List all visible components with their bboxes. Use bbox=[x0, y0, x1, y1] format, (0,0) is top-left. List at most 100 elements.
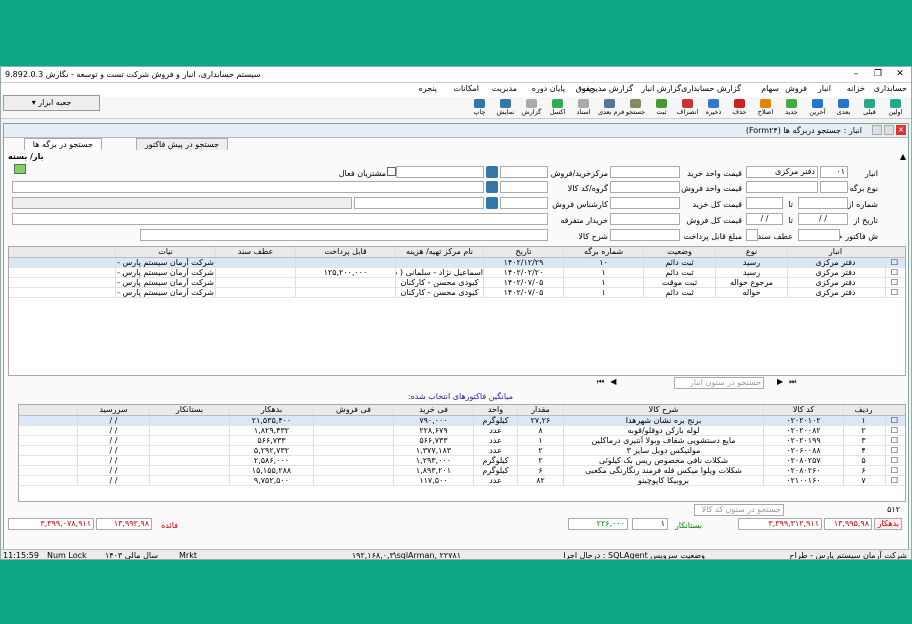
items-grid[interactable]: ردیف کد کالا شرح کالا مقدار واحد فی خرید فی فر… bbox=[18, 404, 906, 502]
center-name-input[interactable] bbox=[396, 166, 484, 178]
restore-button[interactable]: ❐ bbox=[867, 68, 889, 81]
type-select[interactable] bbox=[746, 181, 818, 193]
column-header[interactable]: عطف سند bbox=[215, 247, 295, 257]
binoculars-icon[interactable] bbox=[486, 166, 498, 178]
table-row[interactable]: ☐ ۴ ۰۲۰۶۰۰۸۸ مولتیکس دوبل سایز ۳ ۲ عدد ۱,۳۷۷,۱… bbox=[19, 446, 905, 456]
next-icon[interactable]: ▶ bbox=[777, 377, 783, 386]
number-from-input[interactable] bbox=[798, 197, 848, 209]
child-minimize-button[interactable] bbox=[872, 125, 882, 135]
column-header[interactable]: واحد bbox=[473, 405, 517, 415]
table-row[interactable]: ☐ ۳ ۰۲۰۲۰۱۹۹ مایع دستشویی شفاف وبولا آنتیری… bbox=[19, 436, 905, 446]
type-code-input[interactable] bbox=[820, 181, 848, 193]
column-header[interactable]: فی فروش bbox=[313, 405, 393, 415]
binoculars-icon[interactable] bbox=[486, 181, 498, 193]
toolbar-button-14[interactable]: گزارش bbox=[520, 98, 543, 119]
group-name-input[interactable] bbox=[12, 181, 484, 193]
minimize-button[interactable]: – bbox=[845, 68, 867, 81]
prev-icon[interactable]: ◀ bbox=[610, 377, 616, 386]
binoculars-icon[interactable] bbox=[486, 197, 498, 209]
collapse-icon[interactable]: ▲ bbox=[900, 152, 906, 161]
column-header[interactable]: نوع bbox=[715, 247, 787, 257]
menu-item-3[interactable]: فروش bbox=[785, 84, 807, 93]
buyer-input[interactable] bbox=[12, 213, 548, 225]
toolbar-button-15[interactable]: نمایش bbox=[494, 98, 517, 119]
grid2-search-input[interactable]: جستجو در ستون کد کالا bbox=[694, 504, 784, 516]
column-header[interactable]: کد کالا bbox=[763, 405, 843, 415]
column-header[interactable]: فی خرید bbox=[393, 405, 473, 415]
table-row[interactable]: ☐ دفتر مرکزی مرجوع حواله ثبت موقت ۱ ۱۴۰۲/۰۷/۰… bbox=[9, 278, 905, 288]
row-checkbox[interactable]: ☐ bbox=[885, 476, 903, 485]
child-close-button[interactable]: × bbox=[896, 125, 906, 135]
column-header[interactable]: قابل پرداخت bbox=[295, 247, 395, 257]
table-row[interactable]: ☐ دفتر مرکزی رسید ثبت دائم ۱۰ ۱۴۰۲/۱۲/۲۹ شرکت … bbox=[9, 258, 905, 268]
tab-search-sheets[interactable]: جستجو در برگه ها bbox=[23, 138, 102, 150]
last-icon[interactable]: ⏭ bbox=[789, 377, 796, 386]
center-code-input[interactable] bbox=[500, 166, 548, 178]
toolbar-button-12[interactable]: اسناد bbox=[572, 98, 595, 119]
toolbar-button-3[interactable]: آخرین bbox=[806, 98, 829, 119]
sheets-grid[interactable]: انبار نوع وضعیت شماره برگه تاریخ نام مرکز تهی… bbox=[8, 246, 906, 376]
menu-item-2[interactable]: انبار bbox=[818, 84, 831, 93]
toolbar-button-1[interactable]: قبلی bbox=[858, 98, 881, 119]
print-filter-icon[interactable] bbox=[14, 164, 26, 174]
total-sell-input[interactable] bbox=[610, 213, 680, 225]
expert-select[interactable] bbox=[354, 197, 484, 209]
group-code-input[interactable] bbox=[500, 181, 548, 193]
column-header[interactable]: شرح کالا bbox=[563, 405, 763, 415]
column-header[interactable]: بدهکار bbox=[229, 405, 313, 415]
total-buy-input[interactable] bbox=[610, 197, 680, 209]
row-checkbox[interactable]: ☐ bbox=[885, 446, 903, 455]
doc-ref-input[interactable] bbox=[746, 229, 758, 241]
toolbox-button[interactable]: جعبه ابزار ▾ bbox=[3, 95, 100, 111]
first-icon[interactable]: ⏮ bbox=[597, 377, 604, 386]
toolbar-button-6[interactable]: حذف bbox=[728, 98, 751, 119]
toolbar-button-9[interactable]: ثبت bbox=[650, 98, 673, 119]
unit-buy-input[interactable] bbox=[610, 166, 680, 178]
menu-item-5[interactable]: گزارش حسابداری bbox=[681, 84, 741, 93]
toolbar-button-7[interactable]: ذخیره bbox=[702, 98, 725, 119]
toolbar-button-13[interactable]: اکسل bbox=[546, 98, 569, 119]
column-header[interactable]: سررسید bbox=[77, 405, 149, 415]
menu-item-6[interactable]: گزارش انبار bbox=[641, 84, 681, 93]
tab-search-proforma[interactable]: جستجو در پیش فاکتور bbox=[135, 138, 228, 150]
table-row[interactable]: ☐ ۷ ۰۲۱۰۰۱۶۰ بروبیکا کاپوچینو ۸۲ عدد ۱۱۷,۵۰۰ ۹,… bbox=[19, 476, 905, 486]
number-to-input[interactable] bbox=[746, 197, 783, 209]
menu-item-0[interactable]: حسابداری bbox=[874, 84, 907, 93]
menu-item-11[interactable]: امکانات bbox=[453, 84, 479, 93]
column-header[interactable]: وضعیت bbox=[643, 247, 715, 257]
anbar-name-input[interactable]: دفتر مرکزی bbox=[746, 166, 818, 178]
column-header[interactable]: ردیف bbox=[843, 405, 883, 415]
expert-name-input[interactable] bbox=[12, 197, 352, 209]
row-checkbox[interactable]: ☐ bbox=[885, 416, 903, 425]
menu-item-4[interactable]: سهام bbox=[761, 84, 779, 93]
table-row[interactable]: ☐ ۱ ۰۲۰۲۰۱۰۲ برنج بره نشان شهرهدا ۲۷,۲۶ کیلوگ… bbox=[19, 416, 905, 426]
date-from-input[interactable]: / / bbox=[798, 213, 848, 225]
column-header[interactable]: نام مرکز تهیه/ هزینه bbox=[395, 247, 483, 257]
row-checkbox[interactable]: ☐ bbox=[885, 278, 903, 287]
menu-item-12[interactable]: پنجره bbox=[419, 84, 437, 93]
toolbar-button-10[interactable]: جستجو bbox=[624, 98, 647, 119]
row-checkbox[interactable]: ☐ bbox=[885, 436, 903, 445]
toolbar-button-4[interactable]: جدید bbox=[780, 98, 803, 119]
row-checkbox[interactable]: ☐ bbox=[885, 466, 903, 475]
toolbar-button-5[interactable]: اصلاح bbox=[754, 98, 777, 119]
column-header[interactable]: نیات bbox=[115, 247, 215, 257]
column-header[interactable]: تاریخ bbox=[483, 247, 563, 257]
table-row[interactable]: ☐ ۶ ۰۲۰۸۰۲۶۰ شکلات ویلوا میکس فله فرمند رنگ… bbox=[19, 466, 905, 476]
toolbar-button-0[interactable]: اولین bbox=[884, 98, 907, 119]
unit-sell-input[interactable] bbox=[610, 181, 680, 193]
anbar-code-input[interactable]: ۰۱ bbox=[820, 166, 848, 178]
toolbar-button-16[interactable]: چاپ bbox=[468, 98, 491, 119]
toolbar-button-8[interactable]: انصراف bbox=[676, 98, 699, 119]
row-checkbox[interactable]: ☐ bbox=[885, 426, 903, 435]
row-checkbox[interactable]: ☐ bbox=[885, 258, 903, 267]
menu-item-1[interactable]: خزانه bbox=[847, 84, 865, 93]
child-restore-button[interactable] bbox=[884, 125, 894, 135]
column-header[interactable]: بستانکار bbox=[149, 405, 229, 415]
table-row[interactable]: ☐ ۵ ۰۲۰۸۰۲۵۷ شکلات نافی مخصوص ریس بک کیلوئی… bbox=[19, 456, 905, 466]
menu-item-9[interactable]: پایان دوره bbox=[532, 84, 565, 93]
table-row[interactable]: ☐ دفتر مرکزی حواله ثبت دائم ۱ ۱۴۰۲/۰۷/۰۵ کیودی… bbox=[9, 288, 905, 298]
toolbar-button-11[interactable]: فرم بعدی bbox=[598, 98, 624, 119]
menu-item-8[interactable]: حقوق bbox=[576, 84, 595, 93]
table-row[interactable]: ☐ دفتر مرکزی رسید ثبت دائم ۱ ۱۴۰۲/۰۲/۲۰ اسماعی… bbox=[9, 268, 905, 278]
